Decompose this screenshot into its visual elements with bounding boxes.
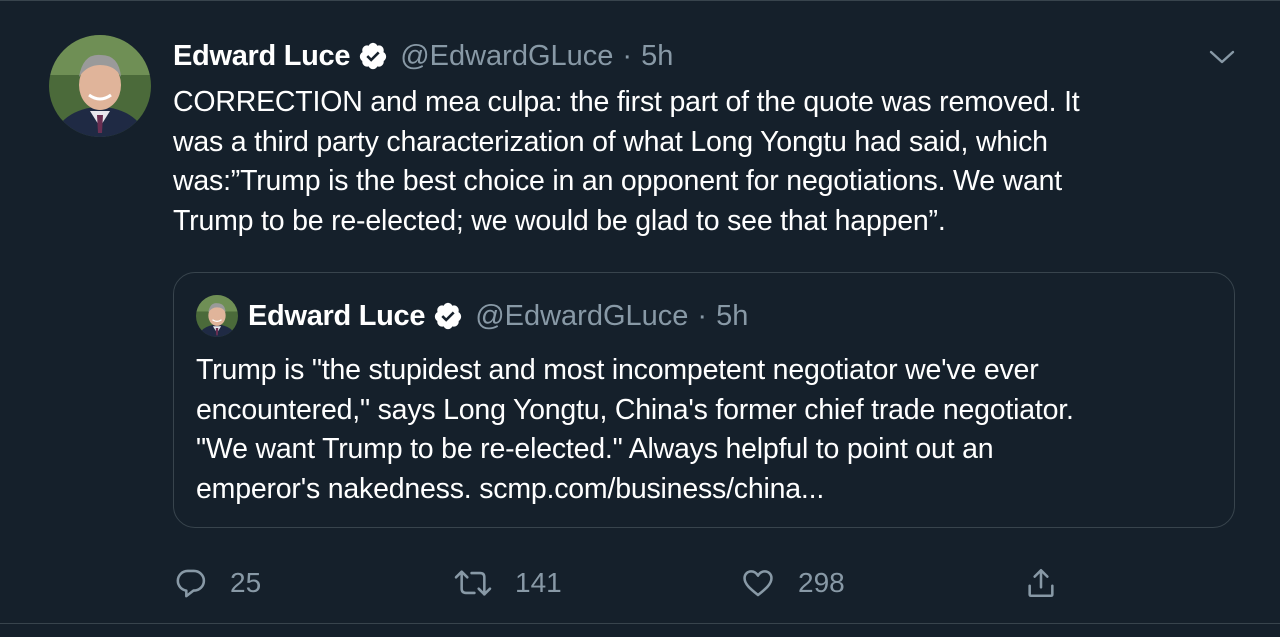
separator-dot: · [697, 299, 708, 332]
timestamp[interactable]: 5h [641, 40, 673, 73]
quoted-text-line: emperor's nakedness. scmp.com/business/c… [196, 472, 825, 505]
tweet-text-line: Trump to be re-elected; we would be glad… [173, 204, 946, 237]
quoted-tweet-header: Edward Luce @EdwardGLuce · 5h [248, 295, 748, 337]
quoted-author-name: Edward Luce [248, 299, 426, 332]
quoted-text-line: "We want Trump to be re-elected." Always… [196, 433, 994, 465]
verified-badge-icon [358, 41, 388, 71]
avatar[interactable] [49, 35, 151, 137]
tweet-text-line: CORRECTION and mea culpa: the first part… [173, 86, 1080, 118]
share-icon [1024, 565, 1058, 601]
retweet-icon [453, 566, 493, 600]
reply-count: 25 [230, 567, 262, 598]
tweet-container: Edward Luce @EdwardGLuce · 5h CORRECTION… [0, 0, 1280, 637]
tweet-text-line: was:”Trump is the best choice in an oppo… [173, 165, 1062, 197]
author-handle[interactable]: @EdwardGLuce [400, 40, 613, 73]
like-count: 298 [798, 567, 845, 598]
divider [0, 623, 1280, 624]
share-button[interactable] [1024, 561, 1058, 605]
tweet-text-line: was a third party characterization of wh… [173, 125, 1048, 158]
like-button[interactable]: 298 [740, 561, 845, 605]
quoted-author-handle: @EdwardGLuce [475, 299, 689, 332]
quoted-tweet-card[interactable]: Edward Luce @EdwardGLuce · 5h Trump is "… [173, 272, 1235, 528]
retweet-count: 141 [515, 567, 562, 598]
author-name[interactable]: Edward Luce [173, 40, 350, 73]
quoted-tweet-text: Trump is "the stupidest and most incompe… [196, 351, 1216, 509]
quoted-text-line: Trump is "the stupidest and most incompe… [196, 354, 1039, 386]
separator-dot: · [622, 39, 633, 72]
reply-button[interactable]: 25 [174, 561, 261, 605]
quoted-avatar [196, 295, 238, 337]
tweet-header: Edward Luce @EdwardGLuce · 5h [173, 36, 673, 76]
chevron-down-icon[interactable] [1206, 43, 1238, 71]
verified-badge-icon [433, 301, 463, 331]
reply-icon [174, 566, 208, 600]
tweet-text: CORRECTION and mea culpa: the first part… [173, 83, 1213, 241]
retweet-button[interactable]: 141 [453, 561, 562, 605]
quoted-text-line: encountered," says Long Yongtu, China's … [196, 393, 1074, 426]
quoted-timestamp: 5h [716, 299, 749, 332]
action-bar: 25 141 298 [0, 561, 1280, 605]
heart-icon [740, 566, 776, 600]
